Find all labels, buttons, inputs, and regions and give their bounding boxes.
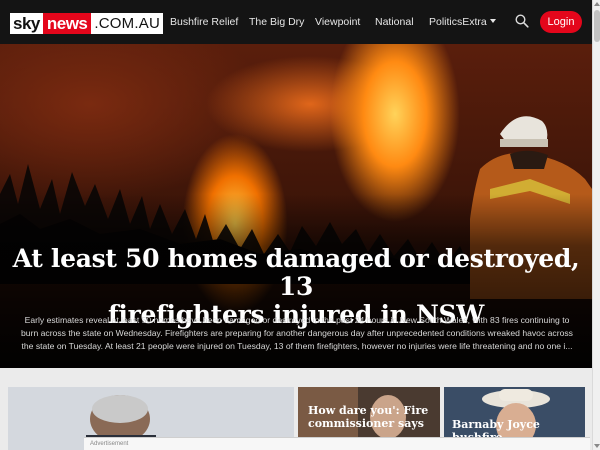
logo-sky: sky [10,13,43,34]
search-icon[interactable] [515,14,529,28]
login-button[interactable]: Login [540,11,582,33]
advertisement-banner[interactable]: Advertisement [84,437,590,450]
sky-news-logo[interactable]: sky news .COM.AU [10,13,163,34]
hero-summary: Early estimates reveal at least 50 homes… [21,315,573,351]
chevron-down-icon [489,19,496,23]
nav-national[interactable]: National [375,0,414,44]
nav-viewpoint[interactable]: Viewpoint [315,0,360,44]
logo-news: news [42,13,92,34]
nav-politicsextra[interactable]: PoliticsExtra [429,0,496,44]
page-scrollbar[interactable] [592,0,600,450]
logo-domain: .COM.AU [91,13,163,34]
nav-the-big-dry[interactable]: The Big Dry [249,0,304,44]
scroll-down-arrow-icon[interactable] [594,444,600,448]
nav-politicsextra-label: PoliticsExtra [429,16,487,28]
site-header: sky news .COM.AU Bushfire Relief The Big… [0,0,592,44]
scrollbar-thumb[interactable] [594,10,600,42]
hero-headline-line-1: At least 50 homes damaged or destroyed, … [12,244,580,301]
hero-story[interactable]: At least 50 homes damaged or destroyed, … [0,44,592,368]
story-2-title-line-2: commissioner says [308,417,424,430]
nav-bushfire-relief[interactable]: Bushfire Relief [170,0,238,44]
story-2-title: How dare you': Fire commissioner says [308,404,428,430]
scroll-up-arrow-icon[interactable] [594,2,600,6]
story-2-title-line-1: How dare you': Fire [308,404,429,417]
story-3-title-line-1: Barnaby Joyce [452,418,540,431]
